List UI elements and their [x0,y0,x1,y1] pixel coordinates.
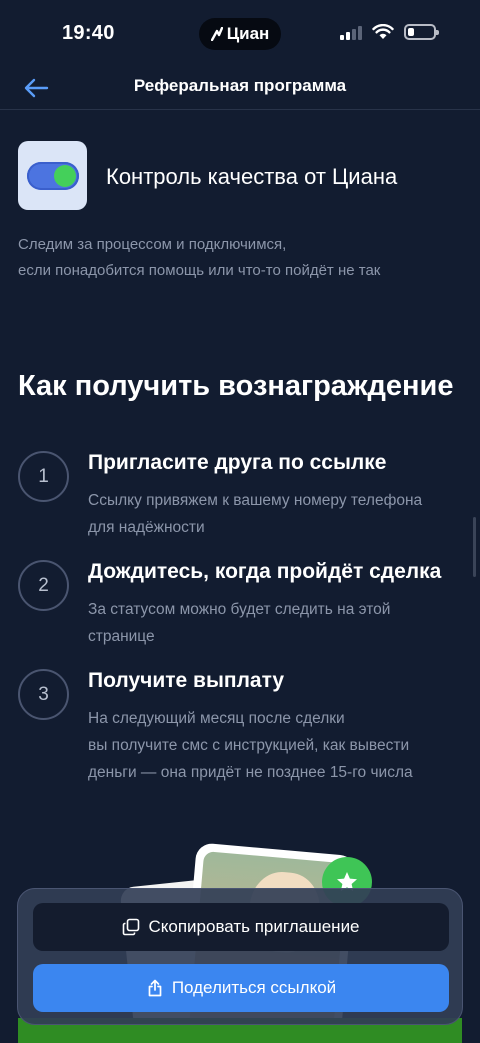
step-desc-line: деньги — она придёт не позднее 15-го чис… [88,764,413,781]
action-panel: Скопировать приглашение Поделиться ссылк… [17,888,463,1025]
step-title: Получите выплату [88,669,285,692]
step-description: Ссылку привяжем к вашему номеру телефона… [88,487,473,541]
cian-logo-icon [210,27,223,41]
status-icons [340,24,439,40]
copy-icon [123,918,140,936]
quality-description: Следим за процессом и подключимся, если … [18,232,468,284]
status-bar: 19:40 Циан [0,0,480,66]
step-desc-line: На следующий месяц после сделки [88,710,345,727]
page-title: Реферальная программа [133,76,347,95]
quality-title: Контроль качества от Циана [106,164,398,189]
step-number: 2 [18,560,69,611]
step-description: За статусом можно будет следить на этой … [88,596,473,650]
nav-bar: Реферальная программа [0,66,480,110]
dynamic-island: Циан [199,18,281,50]
scrollbar[interactable] [473,517,476,577]
step-title: Пригласите друга по ссылке [88,451,387,474]
step-number: 3 [18,669,69,720]
share-icon [148,979,162,997]
share-link-label: Поделиться ссылкой [171,978,337,997]
step-desc-line: За статусом можно будет следить на этой [88,601,391,618]
dynamic-island-label: Циан [226,24,270,43]
step-desc-line: Ссылку привяжем к вашему номеру телефона [88,492,423,509]
status-time: 19:40 [62,22,115,44]
step-description: На следующий месяц после сделки вы получ… [88,705,473,786]
copy-invitation-button[interactable]: Скопировать приглашение [33,903,449,951]
step-desc-line: странице [88,628,155,645]
copy-invitation-label: Скопировать приглашение [148,917,360,936]
step-number: 1 [18,451,69,502]
share-link-button[interactable]: Поделиться ссылкой [33,964,449,1012]
step-desc-line: для надёжности [88,519,205,536]
quality-desc-line: если понадобится помощь или что-то пойдё… [18,262,381,279]
cellular-signal-icon [340,24,362,40]
quality-desc-line: Следим за процессом и подключимся, [18,236,287,253]
wifi-icon [372,24,394,39]
battery-icon [404,24,439,40]
toggle-switch-icon [18,141,87,210]
section-title: Как получить вознаграждение [18,370,454,402]
step-desc-line: вы получите смс с инструкцией, как вывес… [88,737,410,754]
step-title: Дождитесь, когда пройдёт сделка [88,560,442,583]
